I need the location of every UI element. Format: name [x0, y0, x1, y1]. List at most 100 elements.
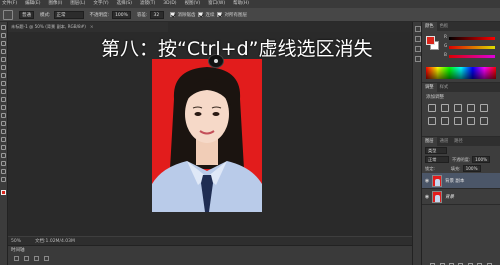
- move-tool-icon[interactable]: [1, 25, 6, 30]
- selection-mode-select[interactable]: 普通: [19, 10, 34, 19]
- fill-label: 填充:: [450, 165, 461, 171]
- pen-tool-icon[interactable]: [1, 137, 6, 142]
- tab-adjustments[interactable]: 调整: [422, 83, 437, 92]
- curves-icon[interactable]: [454, 104, 462, 112]
- close-document-icon[interactable]: ×: [90, 25, 94, 30]
- menu-select[interactable]: 选择(S): [117, 0, 132, 8]
- blue-bar[interactable]: [449, 55, 495, 58]
- brush-tool-icon[interactable]: [1, 81, 6, 86]
- eyedropper-tool-icon[interactable]: [1, 65, 6, 70]
- blue-slider[interactable]: B: [444, 53, 496, 60]
- layer-opacity-input[interactable]: 100%: [472, 156, 491, 163]
- id-photo: [152, 59, 262, 212]
- tab-paths[interactable]: 路径: [451, 137, 466, 146]
- right-panels: 颜色 色板 R G B 调整 样式 添加调整 图层 通道 路径 类型 正常 不透…: [422, 22, 500, 265]
- vibrance-icon[interactable]: [480, 104, 488, 112]
- history-brush-icon[interactable]: [1, 97, 6, 102]
- dodge-tool-icon[interactable]: [1, 129, 6, 134]
- menu-window[interactable]: 窗口(W): [208, 0, 225, 8]
- history-panel-icon[interactable]: [415, 26, 421, 32]
- blend-mode-select[interactable]: 正常: [425, 156, 449, 163]
- foreground-color-swatch[interactable]: [1, 190, 6, 195]
- zoom-level[interactable]: 50%: [11, 239, 21, 244]
- visibility-eye-icon[interactable]: ◉: [422, 178, 432, 184]
- tab-styles[interactable]: 样式: [437, 83, 452, 92]
- panel-foreground-swatch[interactable]: [426, 36, 435, 45]
- status-bar: 50% 文档:1.02M/4.03M: [8, 236, 412, 245]
- visibility-eye-icon[interactable]: ◉: [422, 194, 432, 200]
- fill-input[interactable]: 100%: [462, 165, 481, 172]
- green-slider[interactable]: G: [444, 44, 496, 51]
- menu-view[interactable]: 视图(V): [185, 0, 201, 8]
- blur-tool-icon[interactable]: [1, 121, 6, 126]
- timeline-panel: 时间轴: [8, 245, 412, 265]
- sample-all-checkbox[interactable]: [217, 12, 223, 17]
- menu-help[interactable]: 帮助(H): [233, 0, 249, 8]
- menu-filter[interactable]: 滤镜(T): [140, 0, 155, 8]
- document-tab[interactable]: 未标题-1 @ 50% (背景 副本, RGB/8#) ×: [8, 22, 168, 32]
- menu-layer[interactable]: 图层(L): [70, 0, 85, 8]
- contiguous-checkbox[interactable]: [198, 12, 204, 17]
- black-white-icon[interactable]: [454, 117, 462, 125]
- exposure-icon[interactable]: [467, 104, 475, 112]
- layer-opacity-label: 不透明度:: [452, 156, 471, 162]
- green-bar[interactable]: [449, 46, 495, 49]
- layer-filter-row: 类型: [422, 146, 500, 155]
- layer-row[interactable]: ◉ 背景 副本: [422, 173, 500, 189]
- prev-frame-icon[interactable]: [24, 256, 29, 261]
- style-select[interactable]: 正常: [53, 10, 84, 19]
- character-panel-icon[interactable]: [415, 46, 421, 52]
- properties-panel-icon[interactable]: [415, 36, 421, 42]
- channel-mixer-icon[interactable]: [480, 117, 488, 125]
- clone-stamp-icon[interactable]: [1, 89, 6, 94]
- play-icon[interactable]: [34, 256, 39, 261]
- lasso-tool-icon[interactable]: [1, 41, 6, 46]
- menu-file[interactable]: 文件(F): [2, 0, 17, 8]
- first-frame-icon[interactable]: [14, 256, 19, 261]
- color-balance-icon[interactable]: [441, 117, 449, 125]
- photo-filter-icon[interactable]: [467, 117, 475, 125]
- opacity-input[interactable]: 100%: [112, 10, 131, 19]
- red-bar[interactable]: [449, 37, 495, 40]
- shape-tool-icon[interactable]: [1, 161, 6, 166]
- menu-edit[interactable]: 编辑(E): [25, 0, 40, 8]
- document-size-info[interactable]: 文档:1.02M/4.03M: [35, 238, 75, 244]
- anti-alias-checkbox[interactable]: [170, 12, 176, 17]
- magic-wand-icon[interactable]: [1, 49, 6, 54]
- hand-tool-icon[interactable]: [1, 169, 6, 174]
- healing-brush-icon[interactable]: [1, 73, 6, 78]
- tab-channels[interactable]: 通道: [437, 137, 452, 146]
- menu-image[interactable]: 图像(I): [48, 0, 62, 8]
- eraser-tool-icon[interactable]: [1, 105, 6, 110]
- tab-swatches[interactable]: 色板: [437, 22, 452, 31]
- magic-wand-tool-icon[interactable]: [3, 9, 13, 20]
- crop-tool-icon[interactable]: [1, 57, 6, 62]
- path-select-icon[interactable]: [1, 153, 6, 158]
- options-bar: 普通 模式: 正常 不透明度: 100% 容差: 32 消除锯齿 连续 对所有图…: [0, 8, 500, 22]
- tab-layers[interactable]: 图层: [422, 137, 437, 146]
- tab-color[interactable]: 颜色: [422, 22, 437, 31]
- paragraph-panel-icon[interactable]: [415, 56, 421, 62]
- red-slider[interactable]: R: [444, 35, 496, 42]
- tutorial-caption: 第八：按“Ctrl+d”虚线选区消失: [101, 38, 373, 60]
- next-frame-icon[interactable]: [44, 256, 49, 261]
- brightness-icon[interactable]: [428, 104, 436, 112]
- blend-row: 正常 不透明度: 100%: [422, 155, 500, 164]
- layer-row[interactable]: ◉ 背景: [422, 189, 500, 205]
- layer-kind-select[interactable]: 类型: [425, 147, 447, 154]
- document-title: 未标题-1 @ 50% (背景 副本, RGB/8#): [11, 24, 86, 29]
- layers-panel: 类型 正常 不透明度: 100% 锁定: 填充: 100% ◉ 背景 副本 ◉ …: [422, 146, 500, 265]
- levels-icon[interactable]: [441, 104, 449, 112]
- hue-saturation-icon[interactable]: [428, 117, 436, 125]
- marquee-tool-icon[interactable]: [1, 33, 6, 38]
- type-tool-icon[interactable]: [1, 145, 6, 150]
- adjust-panel-tabs: 调整 样式: [422, 83, 500, 92]
- color-spectrum[interactable]: [426, 67, 496, 79]
- lock-row: 锁定: 填充: 100%: [422, 164, 500, 173]
- gradient-tool-icon[interactable]: [1, 113, 6, 118]
- menu-type[interactable]: 文字(Y): [93, 0, 108, 8]
- sample-all-label: 对所有图层: [224, 12, 247, 18]
- tolerance-input[interactable]: 32: [150, 10, 165, 19]
- zoom-tool-icon[interactable]: [1, 177, 6, 182]
- menu-3d[interactable]: 3D(D): [163, 0, 176, 8]
